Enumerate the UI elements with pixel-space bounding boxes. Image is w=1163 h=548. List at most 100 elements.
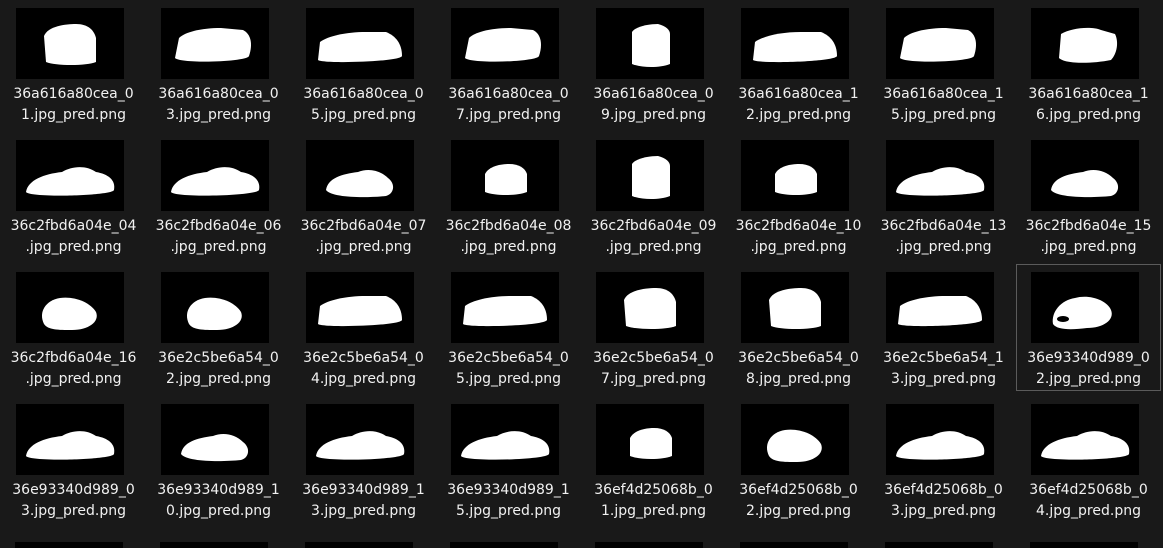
file-name-line: 36a616a80cea_1 xyxy=(1028,86,1149,102)
file-name-line: 3.jpg_pred.png xyxy=(891,503,996,519)
file-tile[interactable]: 36a616a80cea_0 7.jpg_pred.png xyxy=(436,0,581,127)
file-name: 36e93340d989_1 5.jpg_pred.png xyxy=(437,480,580,522)
file-thumbnail xyxy=(596,404,704,475)
file-name-line: 8.jpg_pred.png xyxy=(746,371,851,387)
file-tile[interactable]: 36e93340d989_0 3.jpg_pred.png xyxy=(1,396,146,523)
file-name: 36c2fbd6a04e_15 .jpg_pred.png xyxy=(1017,216,1160,258)
file-thumbnail-partial[interactable] xyxy=(885,542,993,548)
file-tile[interactable]: 36e2c5be6a54_0 7.jpg_pred.png xyxy=(581,264,726,391)
file-tile[interactable]: 36c2fbd6a04e_16 .jpg_pred.png xyxy=(1,264,146,391)
file-name-line: 3.jpg_pred.png xyxy=(311,503,416,519)
file-name-line: 2.jpg_pred.png xyxy=(166,371,271,387)
file-thumbnail-partial[interactable] xyxy=(740,542,848,548)
file-thumbnail xyxy=(16,140,124,211)
file-name: 36c2fbd6a04e_10 .jpg_pred.png xyxy=(727,216,870,258)
file-name-line: 36e2c5be6a54_0 xyxy=(448,350,569,366)
file-name-line: 36c2fbd6a04e_06 xyxy=(155,218,282,234)
file-name: 36a616a80cea_0 9.jpg_pred.png xyxy=(582,84,725,126)
file-name-line: 36c2fbd6a04e_10 xyxy=(735,218,862,234)
file-tile[interactable]: 36ef4d25068b_0 4.jpg_pred.png xyxy=(1016,396,1161,523)
file-name: 36c2fbd6a04e_13 .jpg_pred.png xyxy=(872,216,1015,258)
file-tile[interactable]: 36e93340d989_0 2.jpg_pred.png xyxy=(1016,264,1161,391)
file-tile[interactable]: 36e93340d989_1 3.jpg_pred.png xyxy=(291,396,436,523)
file-name: 36e2c5be6a54_0 4.jpg_pred.png xyxy=(292,348,435,390)
file-tile[interactable]: 36c2fbd6a04e_07 .jpg_pred.png xyxy=(291,132,436,259)
file-tile[interactable]: 36c2fbd6a04e_10 .jpg_pred.png xyxy=(726,132,871,259)
file-tile[interactable]: 36c2fbd6a04e_09 .jpg_pred.png xyxy=(581,132,726,259)
file-thumbnail-partial[interactable] xyxy=(15,542,123,548)
file-name-line: 3.jpg_pred.png xyxy=(891,371,996,387)
file-thumbnail xyxy=(1031,272,1139,343)
file-thumbnail xyxy=(451,140,559,211)
file-name: 36e93340d989_1 0.jpg_pred.png xyxy=(147,480,290,522)
file-thumbnail xyxy=(1031,404,1139,475)
file-name: 36e2c5be6a54_0 5.jpg_pred.png xyxy=(437,348,580,390)
file-thumbnail-partial[interactable] xyxy=(595,542,703,548)
file-name-line: .jpg_pred.png xyxy=(605,239,702,255)
file-tile[interactable]: 36c2fbd6a04e_06 .jpg_pred.png xyxy=(146,132,291,259)
file-name-line: 0.jpg_pred.png xyxy=(166,503,271,519)
file-thumbnail xyxy=(16,404,124,475)
file-thumbnail xyxy=(161,404,269,475)
file-thumbnail xyxy=(741,272,849,343)
file-tile[interactable]: 36e2c5be6a54_0 5.jpg_pred.png xyxy=(436,264,581,391)
file-tile[interactable]: 36a616a80cea_0 1.jpg_pred.png xyxy=(1,0,146,127)
file-tile[interactable]: 36a616a80cea_0 3.jpg_pred.png xyxy=(146,0,291,127)
file-name-line: 7.jpg_pred.png xyxy=(456,107,561,123)
file-tile[interactable]: 36a616a80cea_1 2.jpg_pred.png xyxy=(726,0,871,127)
file-thumbnail xyxy=(306,404,414,475)
file-tile[interactable]: 36ef4d25068b_0 1.jpg_pred.png xyxy=(581,396,726,523)
file-tile[interactable]: 36c2fbd6a04e_04 .jpg_pred.png xyxy=(1,132,146,259)
file-name-line: 36c2fbd6a04e_09 xyxy=(590,218,717,234)
file-name: 36a616a80cea_1 6.jpg_pred.png xyxy=(1017,84,1160,126)
file-name: 36a616a80cea_1 2.jpg_pred.png xyxy=(727,84,870,126)
file-name-line: 36c2fbd6a04e_16 xyxy=(10,350,137,366)
file-name: 36e2c5be6a54_0 7.jpg_pred.png xyxy=(582,348,725,390)
file-name-line: .jpg_pred.png xyxy=(750,239,847,255)
file-thumbnail-partial[interactable] xyxy=(160,542,268,548)
file-tile[interactable]: 36ef4d25068b_0 3.jpg_pred.png xyxy=(871,396,1016,523)
file-name-line: .jpg_pred.png xyxy=(315,239,412,255)
file-name: 36a616a80cea_1 5.jpg_pred.png xyxy=(872,84,1015,126)
file-thumbnail-partial[interactable] xyxy=(450,542,558,548)
file-tile[interactable]: 36a616a80cea_0 9.jpg_pred.png xyxy=(581,0,726,127)
file-tile[interactable]: 36ef4d25068b_0 2.jpg_pred.png xyxy=(726,396,871,523)
file-name-line: 36e93340d989_0 xyxy=(12,482,135,498)
file-name: 36ef4d25068b_0 1.jpg_pred.png xyxy=(582,480,725,522)
file-tile[interactable]: 36e2c5be6a54_1 3.jpg_pred.png xyxy=(871,264,1016,391)
file-name-line: 36a616a80cea_0 xyxy=(303,86,424,102)
file-tile[interactable]: 36a616a80cea_1 6.jpg_pred.png xyxy=(1016,0,1161,127)
file-thumbnail xyxy=(596,8,704,79)
file-name-line: 5.jpg_pred.png xyxy=(456,503,561,519)
file-name-line: .jpg_pred.png xyxy=(25,239,122,255)
file-tile[interactable]: 36a616a80cea_0 5.jpg_pred.png xyxy=(291,0,436,127)
file-name-line: 36ef4d25068b_0 xyxy=(594,482,713,498)
file-thumbnail-partial[interactable] xyxy=(1030,542,1138,548)
file-name: 36e2c5be6a54_0 8.jpg_pred.png xyxy=(727,348,870,390)
file-tile[interactable]: 36e2c5be6a54_0 4.jpg_pred.png xyxy=(291,264,436,391)
file-tile[interactable]: 36a616a80cea_1 5.jpg_pred.png xyxy=(871,0,1016,127)
file-name: 36c2fbd6a04e_16 .jpg_pred.png xyxy=(2,348,145,390)
file-thumbnail xyxy=(886,404,994,475)
file-tile[interactable]: 36e2c5be6a54_0 2.jpg_pred.png xyxy=(146,264,291,391)
file-name-line: 7.jpg_pred.png xyxy=(601,371,706,387)
file-name-line: 36a616a80cea_0 xyxy=(13,86,134,102)
file-tile[interactable]: 36c2fbd6a04e_15 .jpg_pred.png xyxy=(1016,132,1161,259)
file-name: 36a616a80cea_0 1.jpg_pred.png xyxy=(2,84,145,126)
file-tile[interactable]: 36e93340d989_1 5.jpg_pred.png xyxy=(436,396,581,523)
file-name: 36ef4d25068b_0 3.jpg_pred.png xyxy=(872,480,1015,522)
file-tile[interactable]: 36c2fbd6a04e_13 .jpg_pred.png xyxy=(871,132,1016,259)
file-name-line: 36e2c5be6a54_0 xyxy=(593,350,714,366)
file-thumbnail xyxy=(161,272,269,343)
file-grid: 36a616a80cea_0 1.jpg_pred.png 36a616a80cea… xyxy=(0,0,1163,548)
file-name-line: 36c2fbd6a04e_08 xyxy=(445,218,572,234)
file-name: 36e2c5be6a54_1 3.jpg_pred.png xyxy=(872,348,1015,390)
file-name-line: 36a616a80cea_0 xyxy=(448,86,569,102)
file-name: 36e93340d989_0 2.jpg_pred.png xyxy=(1017,348,1160,390)
file-tile[interactable]: 36e93340d989_1 0.jpg_pred.png xyxy=(146,396,291,523)
file-name-line: 6.jpg_pred.png xyxy=(1036,107,1141,123)
file-thumbnail xyxy=(306,272,414,343)
file-tile[interactable]: 36e2c5be6a54_0 8.jpg_pred.png xyxy=(726,264,871,391)
file-tile[interactable]: 36c2fbd6a04e_08 .jpg_pred.png xyxy=(436,132,581,259)
file-thumbnail-partial[interactable] xyxy=(305,542,413,548)
